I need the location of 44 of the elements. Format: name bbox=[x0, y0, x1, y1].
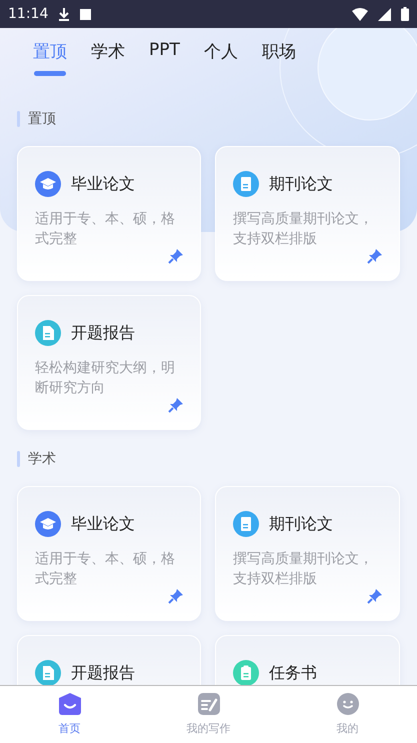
home-icon bbox=[58, 692, 82, 716]
pin-icon[interactable] bbox=[168, 248, 184, 264]
template-card[interactable]: 毕业论文 适用于专、本、硕，格式完整 bbox=[17, 486, 201, 621]
card-description: 适用于专、本、硕，格式完整 bbox=[35, 210, 176, 249]
template-card[interactable]: 期刊论文 撰写高质量期刊论文，支持双栏排版 bbox=[215, 486, 400, 621]
category-tab[interactable]: PPT bbox=[149, 40, 180, 79]
category-tab[interactable]: 个人 bbox=[204, 40, 238, 79]
template-card[interactable]: 期刊论文 撰写高质量期刊论文，支持双栏排版 bbox=[215, 146, 400, 281]
card-title: 毕业论文 bbox=[71, 174, 135, 194]
section-title: 置顶 bbox=[28, 110, 56, 128]
category-tab[interactable]: 职场 bbox=[262, 40, 296, 79]
card-description: 适用于专、本、硕，格式完整 bbox=[35, 550, 176, 589]
pin-icon[interactable] bbox=[168, 397, 184, 413]
pin-icon[interactable] bbox=[367, 588, 383, 604]
card-description: 撰写高质量期刊论文，支持双栏排版 bbox=[233, 550, 374, 589]
card-title: 毕业论文 bbox=[71, 514, 135, 534]
template-card[interactable]: 任务书 bbox=[215, 635, 400, 685]
template-card[interactable]: 毕业论文 适用于专、本、硕，格式完整 bbox=[17, 146, 201, 281]
card-title: 开题报告 bbox=[71, 662, 135, 684]
nav-tab[interactable]: 首页 bbox=[0, 686, 139, 743]
card-title: 期刊论文 bbox=[269, 174, 333, 194]
book-icon bbox=[233, 511, 259, 537]
template-card[interactable]: 开题报告 轻松构建研究大纲，明断研究方向 bbox=[17, 295, 201, 430]
section-title: 学术 bbox=[28, 450, 56, 468]
battery-icon bbox=[401, 7, 409, 21]
card-description: 轻松构建研究大纲，明断研究方向 bbox=[35, 359, 176, 398]
graduation-cap-icon bbox=[35, 511, 61, 537]
card-description: 撰写高质量期刊论文，支持双栏排版 bbox=[233, 210, 374, 249]
edit-icon bbox=[196, 692, 220, 716]
pin-icon[interactable] bbox=[168, 588, 184, 604]
pin-icon[interactable] bbox=[367, 248, 383, 264]
status-time: 11:14 bbox=[8, 6, 48, 22]
graduation-cap-icon bbox=[35, 171, 61, 197]
wifi-icon bbox=[352, 8, 368, 20]
template-card[interactable]: 开题报告 bbox=[17, 635, 201, 685]
document-icon bbox=[35, 320, 61, 346]
card-title: 期刊论文 bbox=[269, 514, 333, 534]
card-title: 开题报告 bbox=[71, 322, 135, 344]
card-title: 任务书 bbox=[269, 662, 317, 684]
signal-icon bbox=[378, 8, 391, 20]
book-icon bbox=[233, 171, 259, 197]
smiley-icon bbox=[336, 692, 360, 716]
download-icon bbox=[58, 7, 70, 21]
category-tab[interactable]: 学术 bbox=[91, 40, 125, 79]
